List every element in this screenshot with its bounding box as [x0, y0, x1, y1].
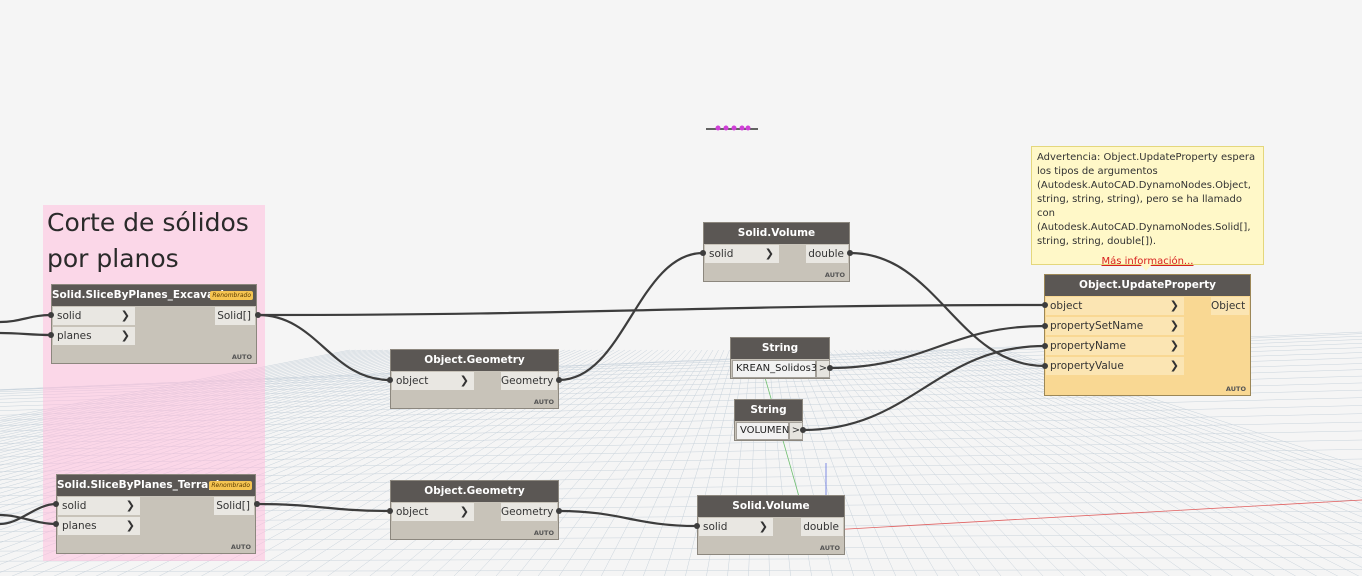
dynamo-canvas[interactable]: Corte de sólidos por planos Solid.SliceB…	[0, 0, 1362, 576]
wires-layer	[0, 250, 1048, 529]
